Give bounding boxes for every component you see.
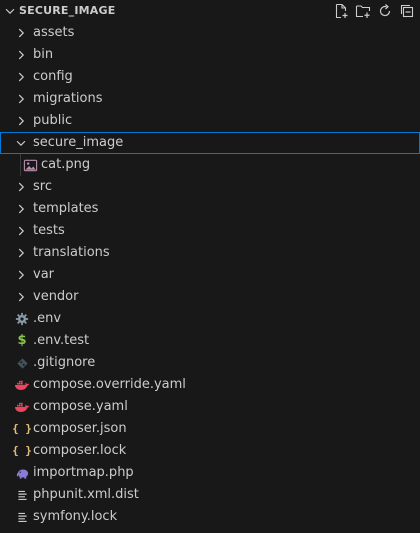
file-label: .gitignore <box>33 355 96 370</box>
folder-label: assets <box>33 25 75 40</box>
chevron-right-icon[interactable] <box>14 202 28 216</box>
file-label: .env.test <box>33 333 90 348</box>
folder-row[interactable]: translations <box>0 242 420 264</box>
file-label: .env <box>33 311 62 326</box>
folder-row[interactable]: var <box>0 264 420 286</box>
file-label: composer.json <box>33 421 127 436</box>
file-label: phpunit.xml.dist <box>33 487 139 502</box>
chevron-right-icon[interactable] <box>14 48 28 62</box>
folder-row[interactable]: tests <box>0 220 420 242</box>
file-row[interactable]: importmap.php <box>0 462 420 484</box>
lines-file-icon <box>14 487 30 503</box>
file-row[interactable]: .gitignore <box>0 352 420 374</box>
chevron-right-icon[interactable] <box>14 268 28 282</box>
folder-row[interactable]: bin <box>0 44 420 66</box>
collapse-all-icon[interactable] <box>398 2 416 20</box>
chevron-right-icon[interactable] <box>14 290 28 304</box>
file-row[interactable]: compose.override.yaml <box>0 374 420 396</box>
chevron-right-icon[interactable] <box>14 92 28 106</box>
new-file-icon[interactable] <box>332 2 350 20</box>
file-label: composer.lock <box>33 443 127 458</box>
chevron-down-icon[interactable] <box>14 136 28 150</box>
folder-label: templates <box>33 201 99 216</box>
lines-file-icon <box>14 509 30 525</box>
file-label: symfony.lock <box>33 509 118 524</box>
file-row[interactable]: compose.yaml <box>0 396 420 418</box>
json-braces-icon: { } <box>12 422 32 435</box>
indent-guide <box>20 154 21 176</box>
refresh-icon[interactable] <box>376 2 394 20</box>
chevron-right-icon[interactable] <box>14 246 28 260</box>
folder-label: secure_image <box>33 135 124 150</box>
file-row[interactable]: { } composer.lock <box>0 440 420 462</box>
folder-label: config <box>33 69 73 84</box>
file-row[interactable]: phpunit.xml.dist <box>0 484 420 506</box>
chevron-right-icon[interactable] <box>14 180 28 194</box>
file-label: compose.yaml <box>33 399 128 414</box>
chevron-right-icon[interactable] <box>14 26 28 40</box>
folder-row[interactable]: config <box>0 66 420 88</box>
explorer-title: SECURE_IMAGE <box>19 4 116 17</box>
folder-row[interactable]: src <box>0 176 420 198</box>
folder-row[interactable]: assets <box>0 22 420 44</box>
folder-row[interactable]: vendor <box>0 286 420 308</box>
file-tree: assets bin config migrations public secu… <box>0 22 420 528</box>
folder-label: vendor <box>33 289 79 304</box>
json-braces-icon: { } <box>12 444 32 457</box>
gear-icon <box>14 311 30 327</box>
folder-label: migrations <box>33 91 103 106</box>
folder-label: src <box>33 179 52 194</box>
folder-label: bin <box>33 47 54 62</box>
file-row[interactable]: $ .env.test <box>0 330 420 352</box>
file-explorer: SECURE_IMAGE assets bin config migration… <box>0 0 420 533</box>
folder-label: translations <box>33 245 110 260</box>
selected-folder-row[interactable]: secure_image <box>0 132 420 154</box>
folder-label: tests <box>33 223 65 238</box>
folder-row[interactable]: public <box>0 110 420 132</box>
file-label: cat.png <box>41 157 91 172</box>
file-row[interactable]: cat.png <box>0 154 420 176</box>
explorer-actions <box>332 2 416 20</box>
folder-row[interactable]: templates <box>0 198 420 220</box>
git-icon <box>14 355 30 371</box>
php-elephant-icon <box>14 465 30 481</box>
chevron-down-icon[interactable] <box>3 4 17 18</box>
dollar-icon: $ <box>17 333 27 348</box>
folder-row[interactable]: migrations <box>0 88 420 110</box>
file-row[interactable]: symfony.lock <box>0 506 420 528</box>
folder-label: public <box>33 113 73 128</box>
file-row[interactable]: { } composer.json <box>0 418 420 440</box>
new-folder-icon[interactable] <box>354 2 372 20</box>
folder-label: var <box>33 267 55 282</box>
file-label: compose.override.yaml <box>33 377 186 392</box>
chevron-right-icon[interactable] <box>14 114 28 128</box>
docker-icon <box>14 377 30 393</box>
explorer-header[interactable]: SECURE_IMAGE <box>0 0 420 22</box>
docker-icon <box>14 399 30 415</box>
image-file-icon <box>22 157 38 173</box>
chevron-right-icon[interactable] <box>14 224 28 238</box>
chevron-right-icon[interactable] <box>14 70 28 84</box>
file-row[interactable]: .env <box>0 308 420 330</box>
file-label: importmap.php <box>33 465 134 480</box>
